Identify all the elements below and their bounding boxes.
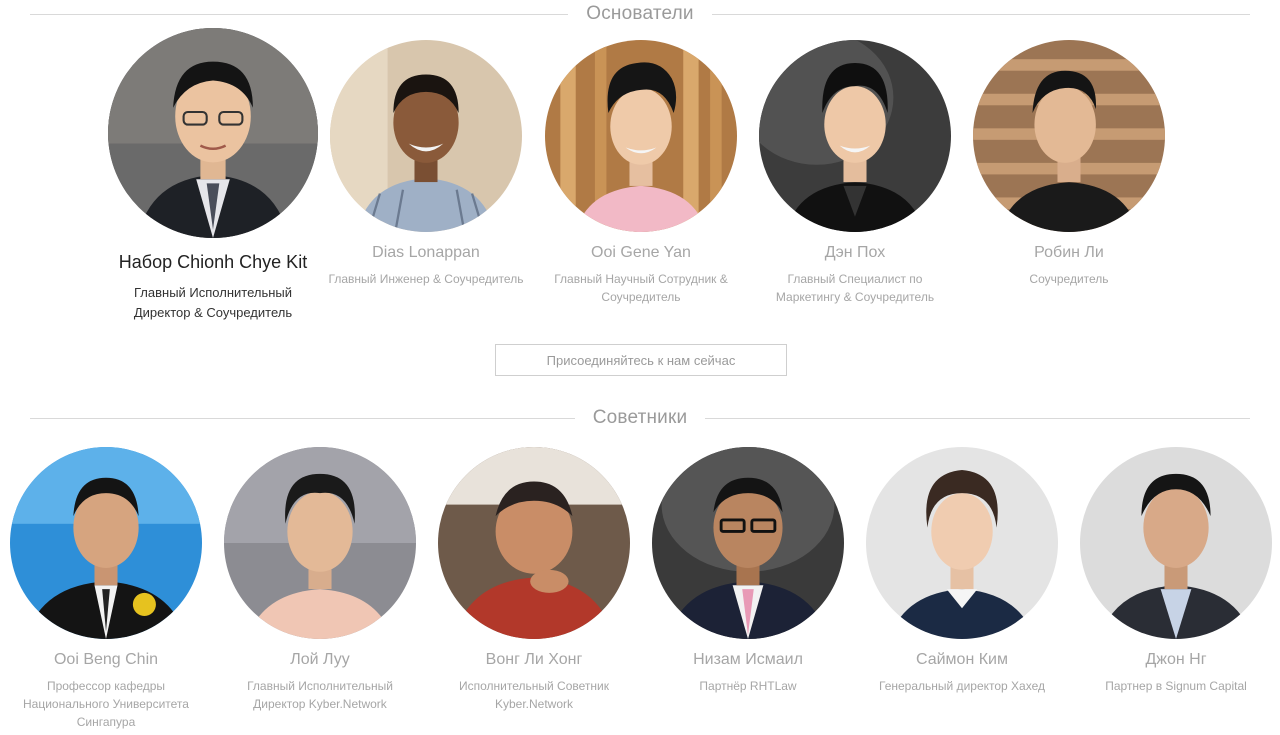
- person-role: Соучредитель: [1029, 272, 1109, 286]
- person-name: Ooi Gene Yan: [591, 244, 691, 261]
- advisors-section-header: Советники: [30, 407, 1251, 429]
- person-name: Робин Ли: [1034, 244, 1104, 261]
- advisor-card-wong-li-hong[interactable]: Вонг Ли Хонг Исполнительный Советник Kyb…: [428, 447, 640, 713]
- person-role: Партнер в Signum Capital: [1105, 679, 1247, 693]
- person-name: Дэн Пох: [824, 244, 886, 261]
- founders-section-header: Основатели: [30, 3, 1250, 25]
- person-role: Исполнительный Советник Kyber.Network: [459, 679, 609, 711]
- founder-card-robin-li[interactable]: Робин Ли Соучредитель: [964, 40, 1174, 288]
- founder-card-dias[interactable]: Dias Lonappan Главный Инженер & Соучреди…: [321, 40, 531, 288]
- person-role: Партнёр RHTLaw: [699, 679, 797, 693]
- person-role: Главный Исполнительный Директор Kyber.Ne…: [247, 679, 393, 711]
- advisor-card-ooi-beng-chin[interactable]: Ooi Beng Chin Профессор кафедры Национал…: [0, 447, 212, 731]
- avatar-photo: [1080, 447, 1272, 639]
- join-us-button[interactable]: Присоединяйтесь к нам сейчас: [495, 344, 787, 376]
- avatar-photo: [108, 28, 318, 238]
- divider-line: [30, 13, 569, 15]
- avatar-photo: [973, 40, 1165, 232]
- founder-card-ooi-gene-yan[interactable]: Ooi Gene Yan Главный Научный Сотрудник &…: [536, 40, 746, 306]
- avatar-photo: [652, 447, 844, 639]
- person-role: Генеральный директор Хахед: [879, 679, 1045, 693]
- person-name: Dias Lonappan: [372, 244, 480, 261]
- founders-section-title: Основатели: [586, 3, 694, 24]
- person-role: Главный Исполнительный Директор & Соучре…: [133, 285, 293, 320]
- advisor-card-simon-kim[interactable]: Саймон Ким Генеральный директор Хахед: [856, 447, 1068, 695]
- person-role: Главный Специалист по Маркетингу & Соучр…: [775, 272, 935, 304]
- advisors-section-title: Советники: [592, 407, 688, 428]
- person-name: Саймон Ким: [915, 651, 1008, 668]
- divider-line: [705, 417, 1251, 419]
- person-name: Джон Нг: [1145, 651, 1207, 668]
- founder-card-chionh[interactable]: Набор Chionh Chye Kit Главный Исполнител…: [93, 28, 333, 323]
- person-name: Низам Исмаил: [693, 651, 803, 668]
- person-name: Ooi Beng Chin: [53, 651, 159, 668]
- person-role: Главный Инженер & Соучредитель: [328, 272, 524, 286]
- advisor-card-nizam-ismail[interactable]: Низам Исмаил Партнёр RHTLaw: [642, 447, 854, 695]
- divider-line: [711, 13, 1250, 15]
- avatar-photo: [224, 447, 416, 639]
- avatar-photo: [10, 447, 202, 639]
- avatar-photo: [330, 40, 522, 232]
- advisor-card-john-ng[interactable]: Джон Нг Партнер в Signum Capital: [1070, 447, 1280, 695]
- person-role: Главный Научный Сотрудник & Соучредитель: [554, 272, 728, 304]
- person-name: Набор Chionh Chye Kit: [118, 252, 308, 272]
- avatar-photo: [545, 40, 737, 232]
- avatar-photo: [759, 40, 951, 232]
- person-name: Вонг Ли Хонг: [485, 651, 583, 668]
- avatar-photo: [866, 447, 1058, 639]
- person-role: Профессор кафедры Национального Универси…: [23, 679, 189, 729]
- founder-card-dan-poh[interactable]: Дэн Пох Главный Специалист по Маркетингу…: [750, 40, 960, 306]
- avatar-photo: [438, 447, 630, 639]
- person-name: Лой Луу: [290, 651, 350, 668]
- advisor-card-loi-luu[interactable]: Лой Луу Главный Исполнительный Директор …: [214, 447, 426, 713]
- divider-line: [30, 417, 575, 419]
